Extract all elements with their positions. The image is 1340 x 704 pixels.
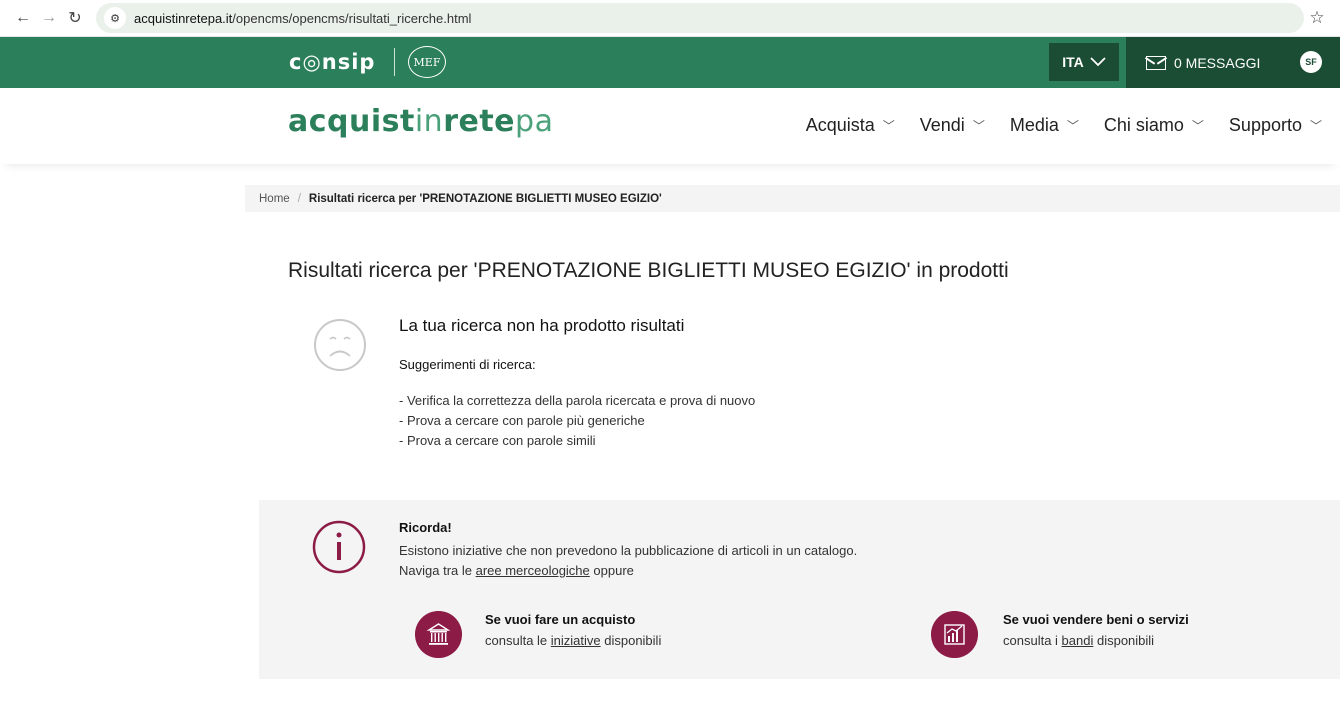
url-domain: acquistinretepa.it — [134, 10, 233, 26]
reload-icon[interactable]: ↻ — [62, 5, 88, 31]
text-suffix: disponibili — [1093, 633, 1155, 648]
remember-title: Ricorda! — [399, 520, 452, 535]
list-item: - Prova a cercare con parole simili — [399, 433, 596, 448]
forward-icon[interactable]: → — [36, 5, 62, 31]
chevron-down-icon: ﹀ — [1066, 119, 1079, 133]
sell-text: consulta i bandi disponibili — [1003, 633, 1154, 648]
breadcrumb-home[interactable]: Home — [259, 193, 290, 205]
buy-title: Se vuoi fare un acquisto — [485, 612, 636, 627]
text-prefix: Naviga tra le — [399, 563, 476, 578]
nav-item-label: Media — [1009, 115, 1059, 135]
remember-line: Esistono iniziative che non prevedono la… — [399, 543, 858, 558]
remember-text: Esistono iniziative che non prevedono la… — [399, 541, 857, 581]
main-nav: Acquista ﹀ Vendi ﹀ Media ﹀ Chi siamo ﹀ Suppo… — [806, 115, 1322, 136]
main-header: acquistinretepa Acquista ﹀ Vendi ﹀ Media ﹀ … — [0, 88, 1340, 164]
brand-part: pa — [515, 104, 554, 139]
suggestions-title: Suggerimenti di ricerca: — [399, 357, 536, 372]
nav-item-supporto[interactable]: Supporto ﹀ — [1229, 115, 1322, 136]
text-prefix: consulta le — [485, 633, 551, 648]
consip-logo[interactable]: c◎nsip — [289, 50, 375, 74]
chevron-down-icon: ﹀ — [1191, 119, 1204, 133]
list-item: - Prova a cercare con parole più generic… — [399, 413, 645, 428]
bank-icon — [415, 611, 462, 658]
page-title: Risultati ricerca per 'PRENOTAZIONE BIGL… — [288, 259, 1009, 282]
nav-item-vendi[interactable]: Vendi ﹀ — [920, 115, 985, 136]
nav-item-acquista[interactable]: Acquista ﹀ — [806, 115, 895, 136]
sell-title: Se vuoi vendere beni o servizi — [1003, 612, 1189, 627]
url-path: /opencms/opencms/risultati_ricerche.html — [232, 10, 472, 26]
chevron-down-icon — [1090, 57, 1106, 67]
brand-logo[interactable]: acquistinretepa — [288, 104, 553, 139]
envelope-icon — [1146, 55, 1166, 70]
info-icon — [312, 520, 366, 574]
address-bar[interactable]: ⚙ acquistinretepa.it/opencms/opencms/ris… — [96, 3, 1304, 33]
sad-face-icon — [314, 319, 366, 371]
nav-item-label: Chi siamo — [1103, 115, 1184, 135]
back-icon[interactable]: ← — [10, 5, 36, 31]
chevron-down-icon: ﹀ — [972, 119, 985, 133]
text-suffix: oppure — [589, 563, 634, 578]
nav-item-label: Vendi — [919, 115, 965, 135]
bandi-link[interactable]: bandi — [1062, 633, 1094, 648]
list-item: - Verifica la correttezza della parola r… — [399, 393, 756, 408]
messages-label: 0 MESSAGGI — [1174, 54, 1261, 71]
remember-line: Naviga tra le aree merceologiche oppure — [399, 561, 857, 581]
logo-divider — [394, 48, 395, 76]
messages-button[interactable]: 0 MESSAGGI SF — [1126, 37, 1340, 88]
info-panel: Ricorda! Esistono iniziative che non pre… — [259, 500, 1340, 679]
text-suffix: disponibili — [600, 633, 662, 648]
breadcrumb-separator: / — [297, 192, 301, 205]
brand-part: acquist — [288, 104, 415, 139]
sell-chart-icon — [931, 611, 978, 658]
language-label: ITA — [1062, 54, 1084, 70]
consip-topbar: c◎nsip MEF ITA 0 MESSAGGI SF — [0, 37, 1340, 88]
breadcrumb: Home / Risultati ricerca per 'PRENOTAZIO… — [245, 185, 1340, 212]
brand-part: in — [414, 104, 444, 139]
mef-logo[interactable]: MEF — [408, 46, 446, 78]
breadcrumb-current: Risultati ricerca per 'PRENOTAZIONE BIGL… — [308, 192, 662, 205]
site-info-icon[interactable]: ⚙ — [104, 7, 126, 29]
chevron-down-icon: ﹀ — [1309, 119, 1322, 133]
aree-merceologiche-link[interactable]: aree merceologiche — [476, 563, 590, 578]
chevron-down-icon: ﹀ — [882, 119, 895, 133]
nav-item-chi-siamo[interactable]: Chi siamo ﹀ — [1104, 115, 1204, 136]
bookmark-star-icon[interactable]: ☆ — [1304, 8, 1330, 28]
no-results-message: La tua ricerca non ha prodotto risultati — [399, 316, 685, 335]
nav-item-media[interactable]: Media ﹀ — [1010, 115, 1079, 136]
user-avatar[interactable]: SF — [1300, 51, 1322, 73]
nav-item-label: Supporto — [1228, 115, 1302, 135]
iniziative-link[interactable]: iniziative — [551, 633, 601, 648]
language-selector[interactable]: ITA — [1049, 43, 1119, 81]
nav-item-label: Acquista — [805, 115, 875, 135]
text-prefix: consulta i — [1003, 633, 1062, 648]
suggestions-list: - Verifica la correttezza della parola r… — [399, 391, 755, 451]
brand-part: rete — [443, 104, 516, 139]
url-text: acquistinretepa.it/opencms/opencms/risul… — [134, 11, 471, 26]
browser-toolbar: ← → ↻ ⚙ acquistinretepa.it/opencms/openc… — [0, 0, 1340, 37]
buy-text: consulta le iniziative disponibili — [485, 633, 661, 648]
